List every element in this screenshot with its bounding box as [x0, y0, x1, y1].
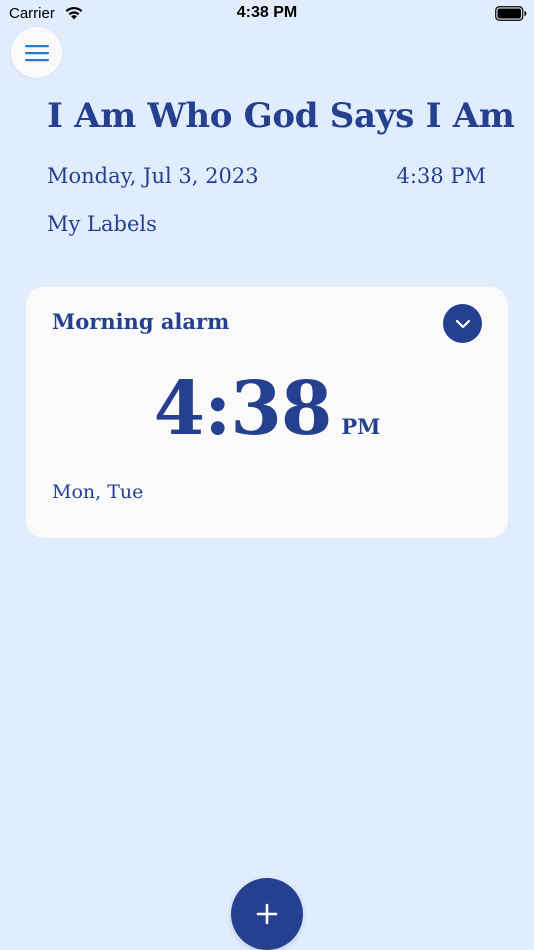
alarm-period: PM	[341, 414, 381, 439]
alarm-name: Morning alarm	[52, 309, 230, 334]
chevron-down-icon	[455, 319, 470, 328]
alarm-time-row: 4:38 PM	[26, 367, 508, 451]
plus-icon	[256, 903, 278, 925]
status-clock: 4:38 PM	[236, 4, 298, 21]
expand-alarm-button[interactable]	[443, 304, 482, 343]
menu-button[interactable]	[11, 27, 62, 78]
my-labels-link[interactable]: My Labels	[47, 212, 157, 236]
hamburger-menu-icon	[24, 44, 49, 61]
alarm-days: Mon, Tue	[52, 481, 144, 503]
battery-icon	[495, 6, 527, 21]
page-title: I Am Who God Says I Am	[47, 96, 515, 136]
add-alarm-button[interactable]	[231, 878, 303, 950]
status-bar: Carrier 4:38 PM	[0, 0, 534, 28]
alarm-card[interactable]: Morning alarm 4:38 PM Mon, Tue	[26, 287, 508, 538]
alarm-time: 4:38	[153, 366, 333, 452]
current-date: Monday, Jul 3, 2023	[47, 164, 259, 188]
current-time: 4:38 PM	[396, 164, 486, 188]
